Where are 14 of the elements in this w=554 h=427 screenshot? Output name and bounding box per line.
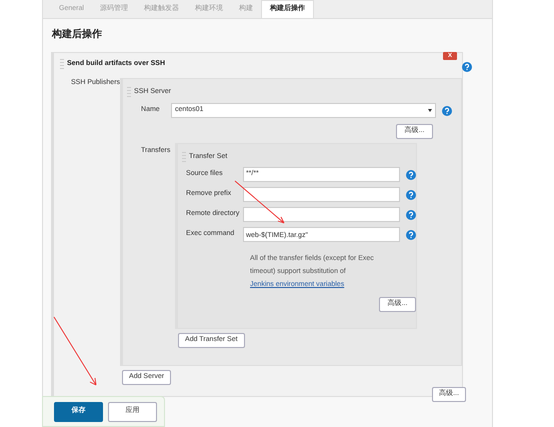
dropdown-caret-icon — [428, 109, 432, 112]
drag-handle-icon[interactable] — [127, 86, 132, 97]
annotation-arrow — [53, 316, 99, 388]
drag-handle-icon[interactable] — [182, 152, 186, 162]
help-icon[interactable] — [406, 190, 416, 200]
help-icon[interactable] — [462, 62, 472, 72]
section-title: 构建后操作 — [52, 28, 103, 42]
help-icon[interactable] — [406, 230, 416, 240]
text-field[interactable] — [242, 187, 400, 202]
drag-handle-icon[interactable] — [60, 59, 64, 70]
help-icon[interactable] — [406, 170, 416, 180]
text-field[interactable] — [242, 207, 400, 222]
help-icon[interactable] — [442, 106, 452, 116]
help-icon[interactable] — [406, 210, 416, 220]
